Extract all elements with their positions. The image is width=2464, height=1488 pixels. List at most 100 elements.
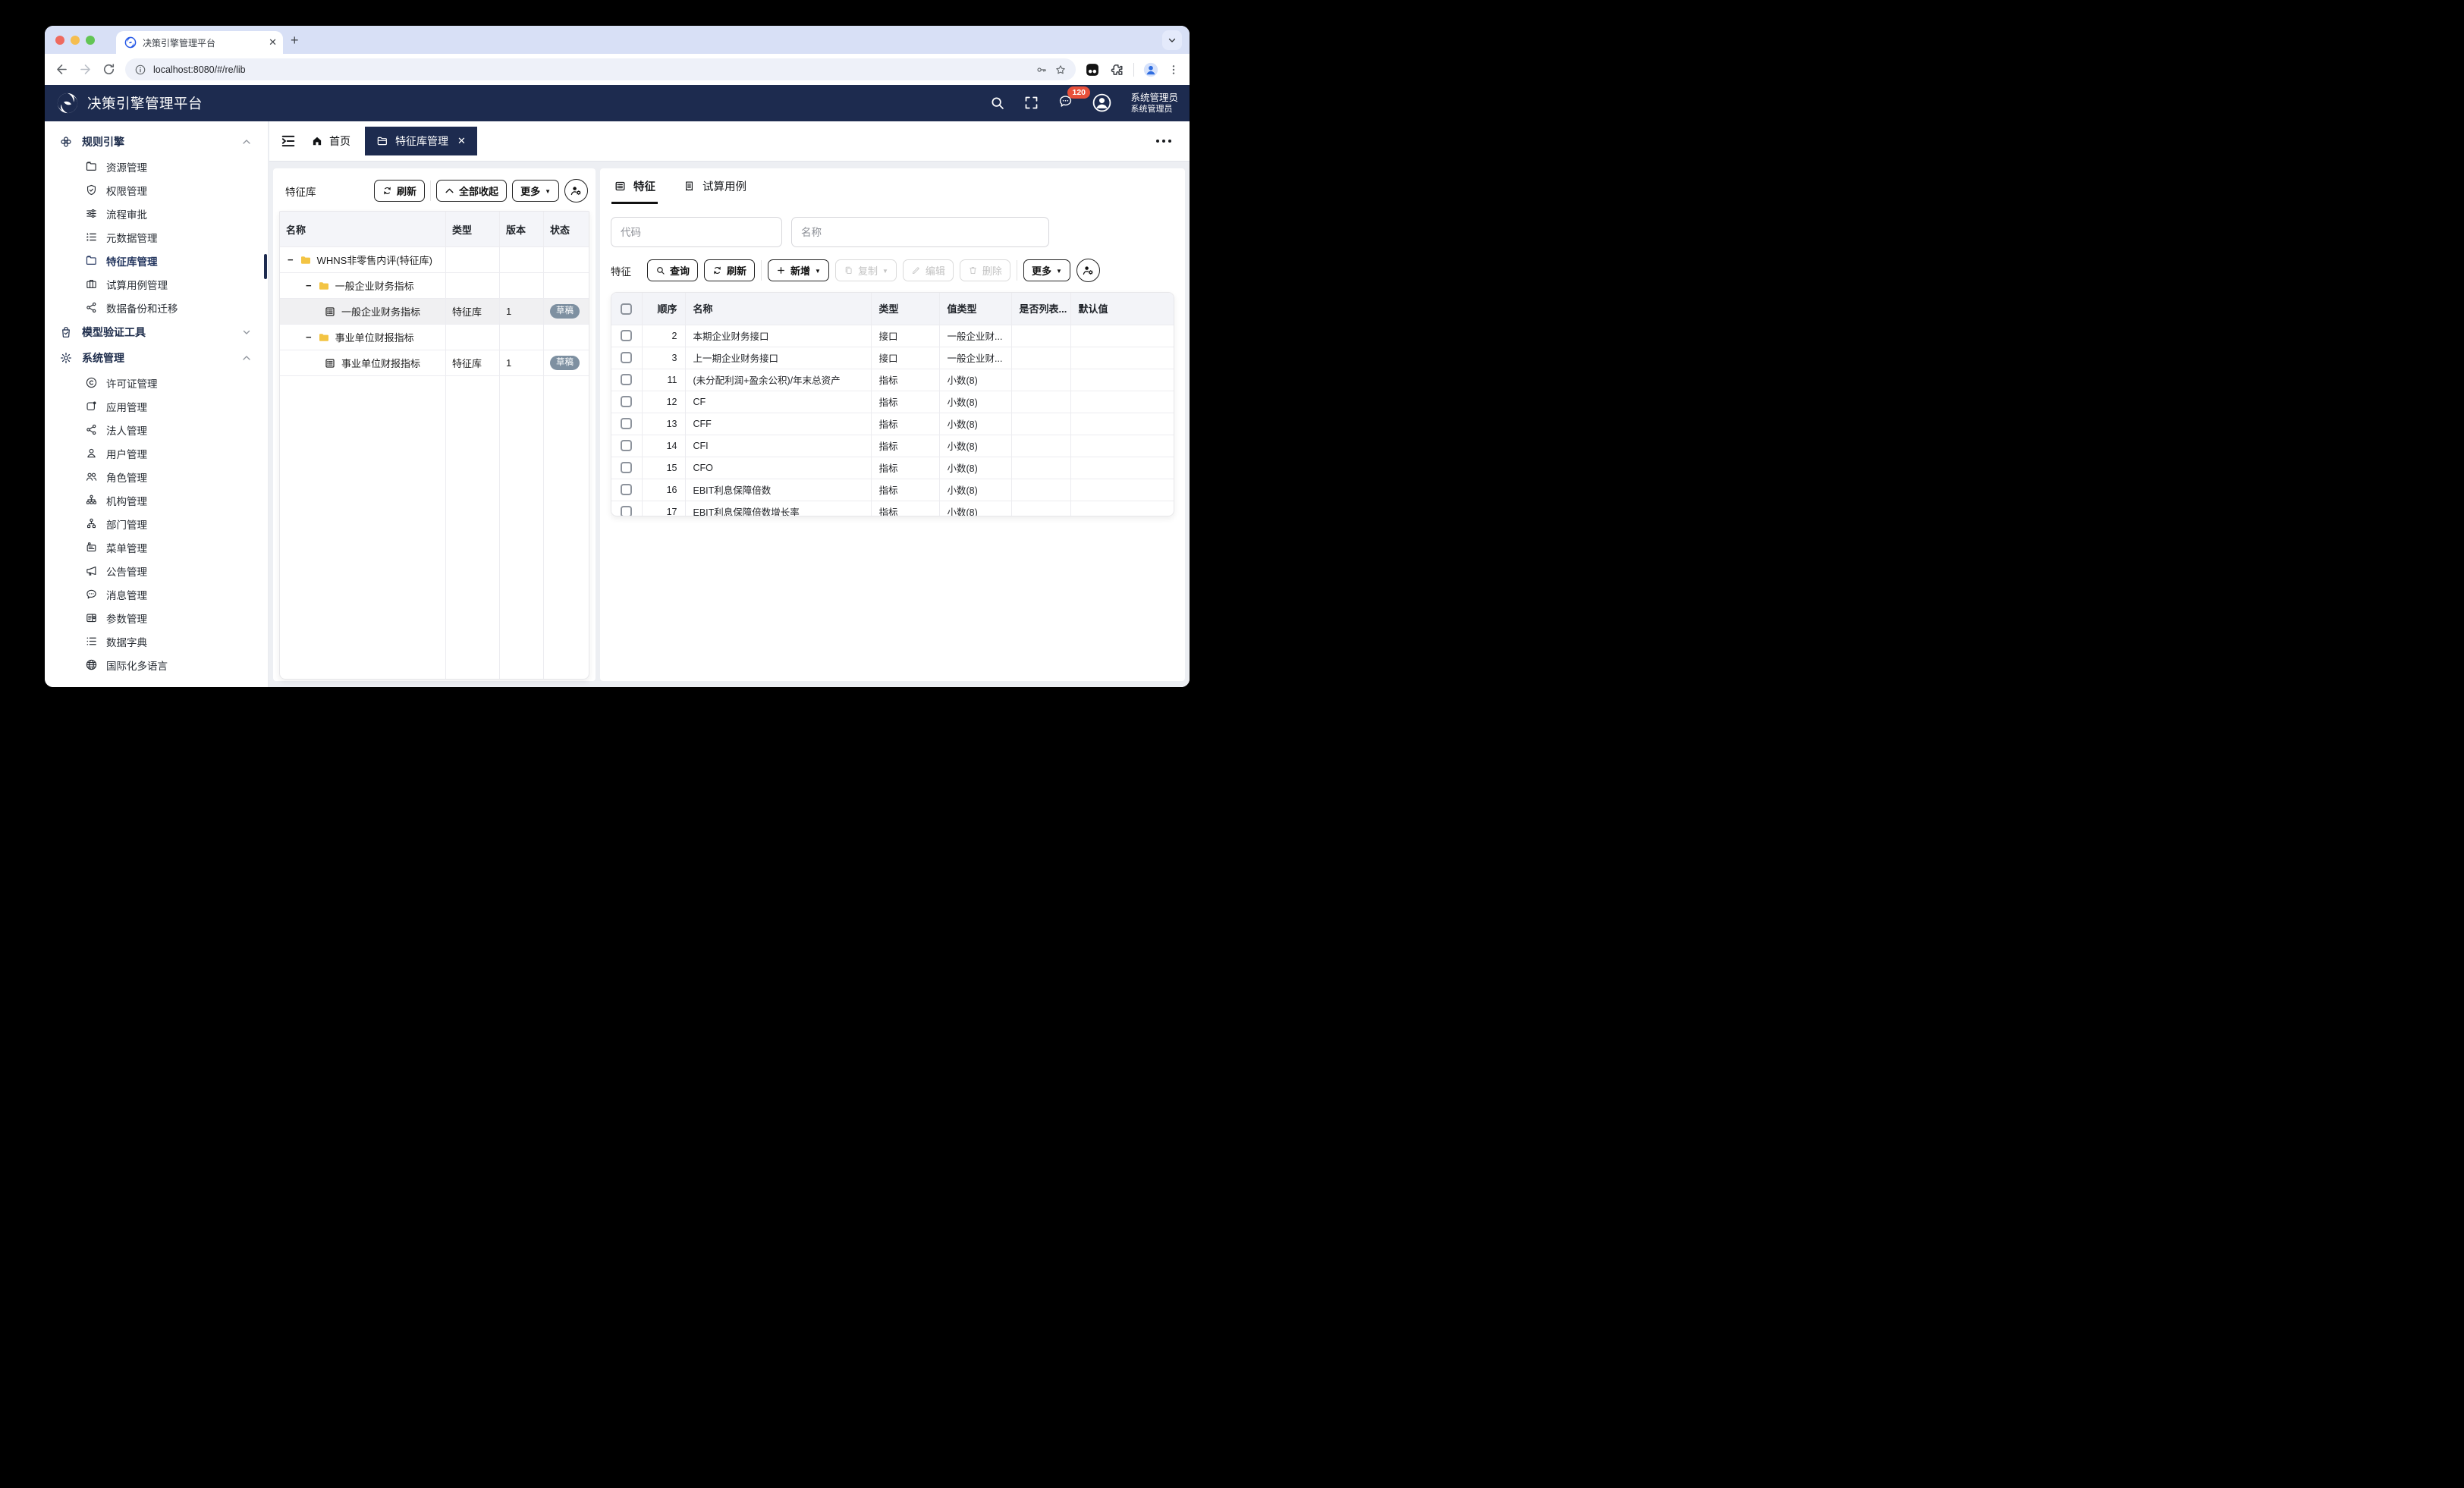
pencil-icon	[911, 265, 921, 275]
tab-home[interactable]: 首页	[311, 133, 350, 149]
tab-feature-library[interactable]: 特征库管理 ✕	[365, 127, 477, 155]
table-row[interactable]: 14 CFI 指标 小数(8)	[611, 435, 1174, 457]
tab-options-icon[interactable]	[1156, 140, 1171, 143]
user-info[interactable]: 系统管理员 系统管理员	[1130, 92, 1178, 115]
table-row[interactable]: 15 CFO 指标 小数(8)	[611, 457, 1174, 479]
row-checkbox[interactable]	[621, 418, 632, 429]
row-checkbox[interactable]	[621, 506, 632, 516]
tree-row[interactable]: 一般企业财务指标 特征库 1 草稿	[280, 299, 589, 325]
sidebar-item-2-11[interactable]: 数据字典	[45, 629, 268, 653]
sidebar-item-0-5[interactable]: 试算用例管理	[45, 272, 268, 296]
sidebar-section-label: 模型验证工具	[82, 325, 146, 340]
tree-row[interactable]: − 事业单位财报指标	[280, 325, 589, 350]
more-button[interactable]: 更多▼	[1023, 259, 1070, 281]
sidebar-item-0-2[interactable]: 流程审批	[45, 202, 268, 225]
sidebar-section-1[interactable]: 模型验证工具	[45, 319, 268, 345]
table-row[interactable]: 11 (未分配利润+盈余公积)/年末总资产 指标 小数(8)	[611, 369, 1174, 391]
user-settings-button[interactable]	[1076, 259, 1100, 282]
bookmark-icon[interactable]	[1054, 64, 1067, 76]
collapse-node-icon[interactable]: −	[306, 331, 312, 343]
copy-button[interactable]: 复制▼	[835, 259, 897, 281]
edit-button[interactable]: 编辑	[903, 259, 954, 281]
collapse-all-button[interactable]: 全部收起	[436, 180, 507, 202]
feature-tab-0[interactable]: 特征	[614, 168, 655, 204]
extension-icon[interactable]	[1085, 62, 1100, 77]
sidebar-item-2-2[interactable]: 法人管理	[45, 418, 268, 441]
collapse-node-icon[interactable]: −	[288, 254, 294, 265]
row-checkbox[interactable]	[621, 330, 632, 341]
sidebar-item-2-4[interactable]: 角色管理	[45, 465, 268, 488]
sidebar-item-2-5[interactable]: 机构管理	[45, 488, 268, 512]
forward-button[interactable]	[78, 62, 93, 77]
table-row[interactable]: 2 本期企业财务接口 接口 一般企业财...	[611, 325, 1174, 347]
row-checkbox[interactable]	[621, 440, 632, 451]
tree-row[interactable]: − 一般企业财务指标	[280, 273, 589, 299]
tree-user-settings-button[interactable]	[564, 179, 588, 202]
tree-row[interactable]: − WHNS非零售内评(特征库)	[280, 247, 589, 273]
sidebar-item-0-4[interactable]: 特征库管理	[45, 249, 268, 272]
sidebar-item-2-7[interactable]: 菜单管理	[45, 535, 268, 559]
tree-row[interactable]: 事业单位财报指标 特征库 1 草稿	[280, 350, 589, 376]
name-filter-input[interactable]	[791, 217, 1049, 247]
add-button[interactable]: 新增▼	[768, 259, 829, 281]
sidebar-section-2[interactable]: 系统管理	[45, 345, 268, 371]
tab-search-button[interactable]	[1162, 30, 1182, 50]
zoom-window-button[interactable]	[86, 36, 95, 45]
sidebar-item-0-6[interactable]: 数据备份和迁移	[45, 296, 268, 319]
extensions-icon[interactable]	[1109, 62, 1124, 77]
select-all-checkbox[interactable]	[621, 303, 632, 315]
row-checkbox[interactable]	[621, 462, 632, 473]
code-filter-input[interactable]	[611, 217, 782, 247]
back-button[interactable]	[55, 62, 69, 77]
sidebar-item-2-8[interactable]: 公告管理	[45, 559, 268, 582]
sidebar-item-2-9[interactable]: 消息管理	[45, 582, 268, 606]
sidebar-item-0-1[interactable]: 权限管理	[45, 178, 268, 202]
sidebar-section-0[interactable]: 规则引擎	[45, 129, 268, 155]
browser-menu-icon[interactable]	[1168, 64, 1180, 76]
browser-profile-avatar[interactable]	[1143, 62, 1158, 77]
sidebar-item-0-3[interactable]: 123 元数据管理	[45, 225, 268, 249]
table-row[interactable]: 17 EBIT利息保障倍数增长率 指标 小数(8)	[611, 501, 1174, 516]
delete-button[interactable]: 删除	[960, 259, 1010, 281]
sidebar-item-2-0[interactable]: 许可证管理	[45, 371, 268, 394]
messages-button[interactable]: 120	[1058, 93, 1073, 113]
query-button[interactable]: 查询	[647, 259, 698, 281]
sidebar-item-2-1[interactable]: 应用管理	[45, 394, 268, 418]
sidebar-item-0-0[interactable]: 资源管理	[45, 155, 268, 178]
collapse-node-icon[interactable]: −	[306, 280, 312, 291]
sidebar-item-2-10[interactable]: 参数管理	[45, 606, 268, 629]
new-tab-button[interactable]: +	[291, 33, 299, 47]
sidebar-item-2-6[interactable]: 部门管理	[45, 512, 268, 535]
feature-tab-1[interactable]: 试算用例	[683, 168, 746, 204]
refresh-button[interactable]: 刷新	[704, 259, 755, 281]
row-checkbox[interactable]	[621, 484, 632, 495]
sidebar-scrollbar-thumb[interactable]	[264, 254, 267, 279]
close-window-button[interactable]	[55, 36, 64, 45]
sidebar-item-2-3[interactable]: 用户管理	[45, 441, 268, 465]
table-row[interactable]: 3 上一期企业财务接口 接口 一般企业财...	[611, 347, 1174, 369]
tab-close-icon[interactable]: ✕	[269, 36, 277, 49]
row-checkbox[interactable]	[621, 396, 632, 407]
tree-more-button[interactable]: 更多▼	[512, 180, 559, 202]
fullscreen-icon[interactable]	[1023, 95, 1039, 111]
tree-node-label: 事业单位财报指标	[335, 330, 414, 344]
row-checkbox[interactable]	[621, 374, 632, 385]
minimize-window-button[interactable]	[71, 36, 80, 45]
reload-button[interactable]	[102, 62, 116, 77]
tree-refresh-button[interactable]: 刷新	[374, 180, 425, 202]
sidebar-fold-icon[interactable]	[280, 133, 297, 149]
site-info-icon[interactable]	[134, 64, 146, 76]
menu-card-icon	[85, 541, 98, 554]
browser-tab[interactable]: 决策引擎管理平台 ✕	[116, 31, 283, 54]
password-manager-icon[interactable]	[1036, 64, 1048, 76]
row-checkbox[interactable]	[621, 352, 632, 363]
search-icon[interactable]	[989, 95, 1005, 111]
address-bar[interactable]: localhost:8080/#/re/lib	[125, 58, 1076, 80]
table-row[interactable]: 16 EBIT利息保障倍数 指标 小数(8)	[611, 479, 1174, 501]
table-row[interactable]: 12 CF 指标 小数(8)	[611, 391, 1174, 413]
table-row[interactable]: 13 CFF 指标 小数(8)	[611, 413, 1174, 435]
close-tab-icon[interactable]: ✕	[457, 135, 466, 147]
user-avatar[interactable]	[1092, 93, 1112, 113]
sidebar-item-2-12[interactable]: 国际化多语言	[45, 653, 268, 677]
cell-order: 3	[642, 347, 685, 369]
